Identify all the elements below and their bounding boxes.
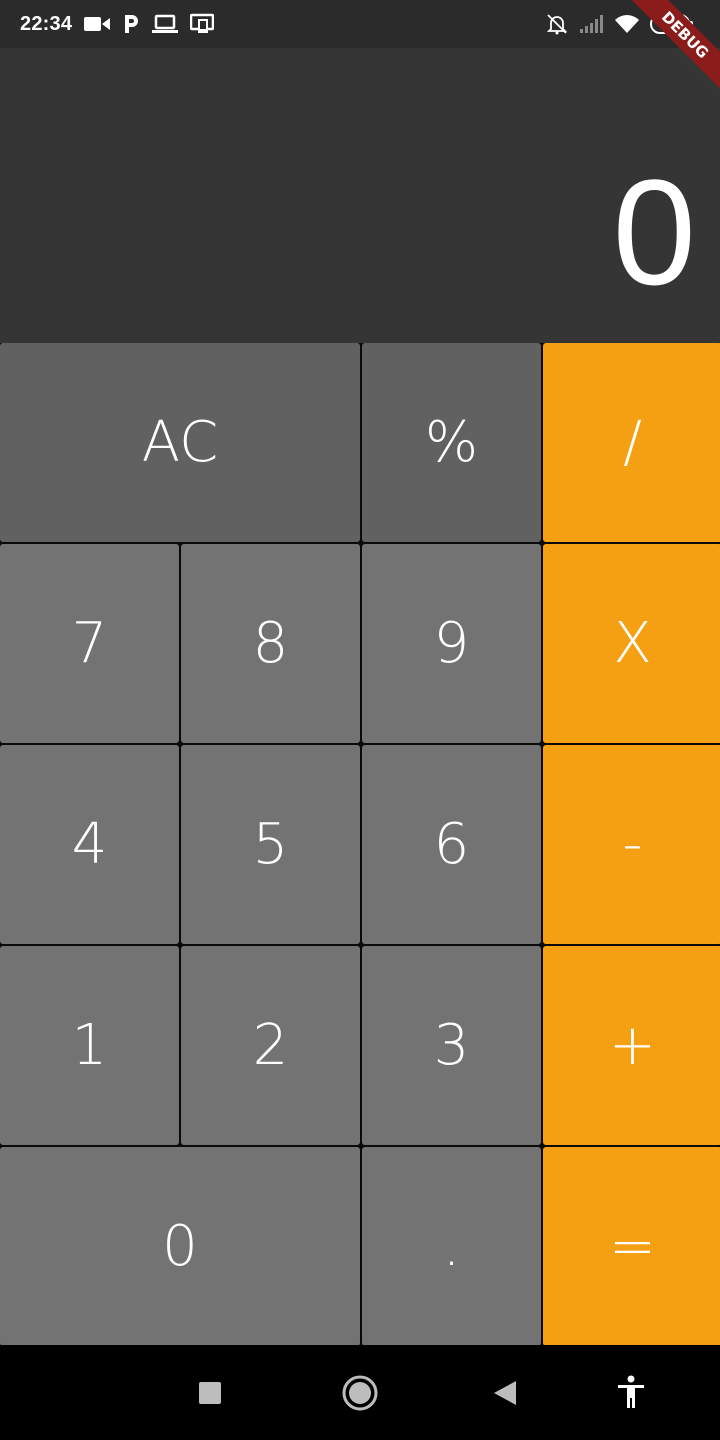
digit-1-button[interactable]: 1 bbox=[0, 946, 179, 1145]
decimal-button[interactable]: . bbox=[362, 1147, 541, 1346]
digit-9-button[interactable]: 9 bbox=[362, 544, 541, 743]
calculator-display: 0 bbox=[0, 48, 720, 343]
add-button[interactable]: + bbox=[543, 946, 720, 1145]
p-app-icon bbox=[122, 13, 140, 35]
signal-icon bbox=[578, 14, 604, 34]
digit-6-button[interactable]: 6 bbox=[362, 745, 541, 944]
divide-button[interactable]: / bbox=[543, 343, 720, 542]
laptop-icon bbox=[152, 14, 179, 34]
digit-7-button[interactable]: 7 bbox=[0, 544, 179, 743]
keypad: AC % / 7 8 9 X 4 5 6 - 1 2 3 + 0 . = bbox=[0, 343, 720, 1346]
recent-apps-icon[interactable] bbox=[198, 1381, 222, 1405]
status-time: 22:34 bbox=[20, 12, 73, 35]
clear-button[interactable]: AC bbox=[0, 343, 360, 542]
digit-0-button[interactable]: 0 bbox=[0, 1147, 360, 1346]
bell-off-icon bbox=[546, 13, 568, 35]
digit-2-button[interactable]: 2 bbox=[181, 946, 360, 1145]
video-icon bbox=[84, 15, 111, 33]
wifi-icon bbox=[614, 14, 640, 34]
home-icon[interactable] bbox=[341, 1374, 379, 1412]
display-value: 0 bbox=[612, 148, 696, 316]
digit-3-button[interactable]: 3 bbox=[362, 946, 541, 1145]
digit-4-button[interactable]: 4 bbox=[0, 745, 179, 944]
navigation-bar bbox=[0, 1345, 720, 1440]
subtract-button[interactable]: - bbox=[543, 745, 720, 944]
status-left-icons bbox=[84, 13, 215, 35]
percent-button[interactable]: % bbox=[362, 343, 541, 542]
accessibility-icon[interactable] bbox=[616, 1375, 646, 1409]
digit-5-button[interactable]: 5 bbox=[181, 745, 360, 944]
equals-button[interactable]: = bbox=[543, 1147, 720, 1346]
multiply-button[interactable]: X bbox=[543, 544, 720, 743]
digit-8-button[interactable]: 8 bbox=[181, 544, 360, 743]
back-icon[interactable] bbox=[493, 1380, 517, 1406]
cast-icon bbox=[190, 13, 215, 35]
status-bar: 22:34 40 bbox=[0, 0, 720, 48]
